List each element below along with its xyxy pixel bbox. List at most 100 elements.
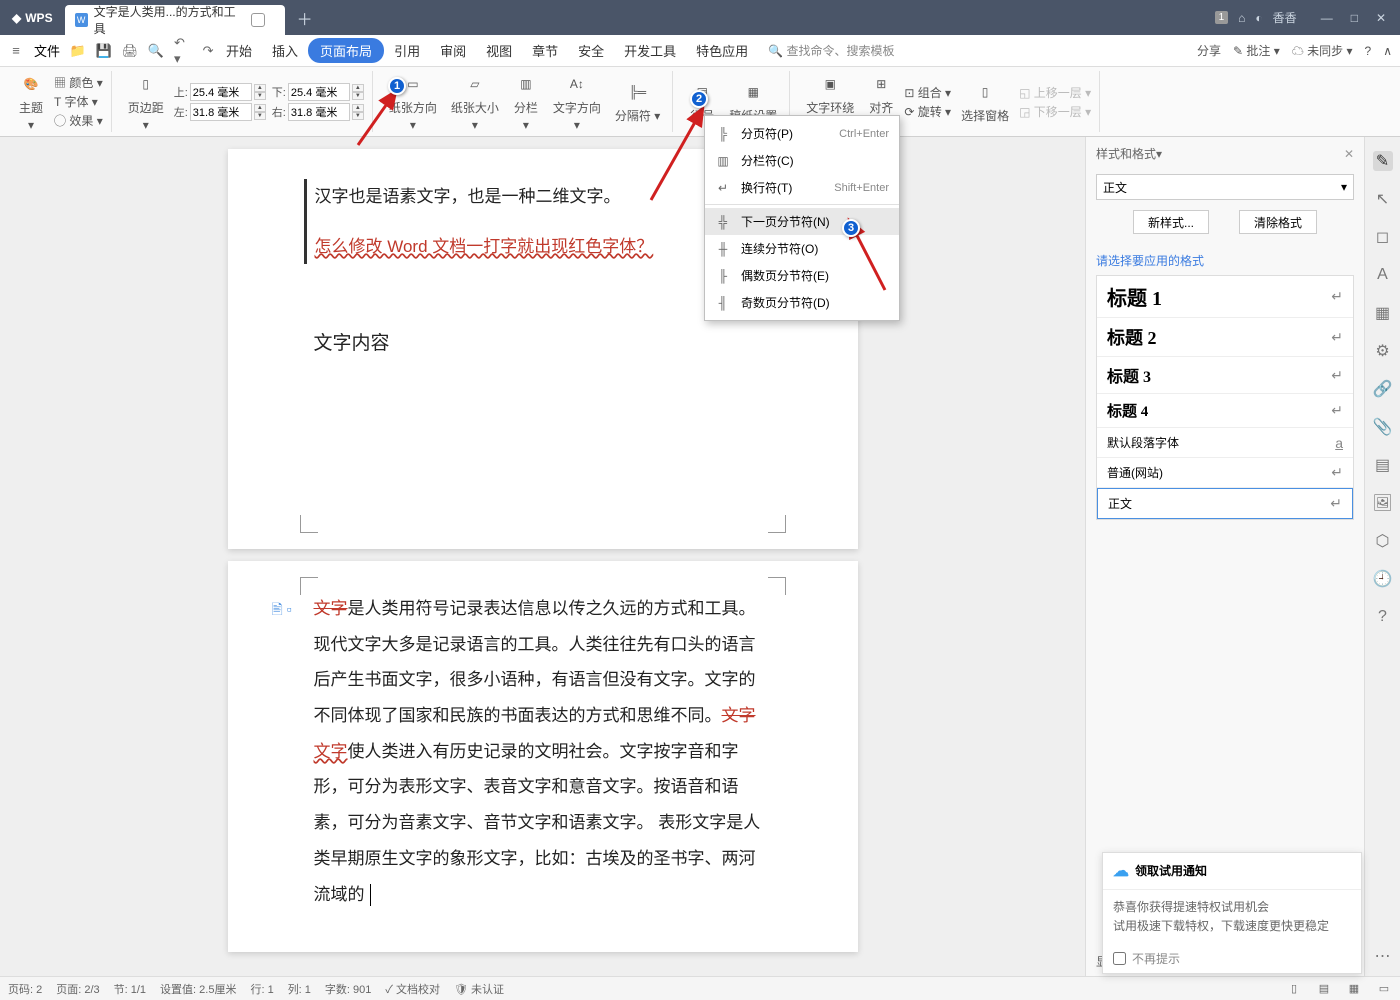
maximize-icon[interactable]: □ — [1351, 11, 1358, 25]
tab-special[interactable]: 特色应用 — [686, 37, 758, 64]
style-default[interactable]: 默认段落字体a — [1097, 428, 1353, 458]
tab-page-layout[interactable]: 页面布局 — [308, 38, 384, 63]
file-menu[interactable]: 文件 — [34, 41, 60, 60]
clear-format-button[interactable]: 清除格式 — [1239, 210, 1317, 234]
notification-count[interactable]: 1 — [1215, 11, 1229, 24]
grid-icon[interactable]: ▤ — [1373, 455, 1393, 475]
status-proof[interactable]: ✓ 文档校对 — [385, 981, 440, 997]
clip-icon[interactable]: 📎 — [1373, 417, 1393, 437]
color-button[interactable]: ▦ 颜色 ▾ — [54, 74, 103, 91]
close-icon[interactable]: ✕ — [1376, 11, 1386, 25]
history-icon[interactable]: 🕘 — [1373, 569, 1393, 589]
link-icon[interactable]: 🔗 — [1373, 379, 1393, 399]
line-break-item[interactable]: ↵换行符(T)Shift+Enter — [705, 174, 899, 201]
status-section[interactable]: 节: 1/1 — [114, 981, 146, 997]
style-h3[interactable]: 标题 3↵ — [1097, 357, 1353, 394]
p2-wenzi1: 文字 — [722, 706, 756, 725]
style-h2[interactable]: 标题 2↵ — [1097, 318, 1353, 357]
tab-review[interactable]: 审阅 — [430, 37, 476, 64]
status-page[interactable]: 页面: 2/3 — [56, 981, 99, 997]
effect-button[interactable]: ◯ 效果 ▾ — [54, 112, 103, 129]
style-h4[interactable]: 标题 4↵ — [1097, 394, 1353, 428]
tab-chapter[interactable]: 章节 — [522, 37, 568, 64]
status-words[interactable]: 字数: 901 — [325, 981, 371, 997]
margin-right-input[interactable] — [288, 103, 350, 121]
shield-icon[interactable]: ⬡ — [1373, 531, 1393, 551]
tab-devtools[interactable]: 开发工具 — [614, 37, 686, 64]
tab-security[interactable]: 安全 — [568, 37, 614, 64]
paper-size-button[interactable]: ▱纸张大小▾ — [447, 69, 503, 134]
view-outline-icon[interactable]: ▤ — [1316, 981, 1332, 997]
save-icon[interactable]: 💾 — [96, 43, 112, 59]
document-tab[interactable]: W 文字是人类用...的方式和工具 — [65, 5, 285, 35]
rotate-button[interactable]: ⟳ 旋转 ▾ — [904, 103, 951, 120]
tab-view[interactable]: 视图 — [476, 37, 522, 64]
image-icon[interactable]: 🖼 — [1373, 493, 1393, 513]
margin-left-label: 左: — [174, 104, 188, 120]
settings-icon[interactable]: ⚙ — [1373, 341, 1393, 361]
theme-button[interactable]: 🎨主题▾ — [14, 69, 48, 134]
print-icon[interactable]: 🖨 — [122, 43, 138, 59]
view-read-icon[interactable]: ▭ — [1376, 981, 1392, 997]
comment-button[interactable]: ✎ 批注 ▾ — [1233, 42, 1280, 59]
font-button[interactable]: T 字体 ▾ — [54, 93, 103, 110]
view-web-icon[interactable]: ▦ — [1346, 981, 1362, 997]
wps-icon: ◆ — [12, 11, 21, 25]
margin-button[interactable]: ▯页边距▾ — [124, 69, 168, 134]
minimize-icon[interactable]: — — [1321, 11, 1333, 25]
columns-button[interactable]: ▥分栏▾ — [509, 69, 543, 134]
page-break-item[interactable]: ╠分页符(P)Ctrl+Enter — [705, 120, 899, 147]
hamburger-icon[interactable]: ≡ — [8, 43, 24, 59]
style-web[interactable]: 普通(网站)↵ — [1097, 458, 1353, 488]
command-search[interactable]: 🔍 查找命令、搜索模板 — [768, 42, 894, 59]
margin-right-label: 右: — [272, 104, 286, 120]
apps-icon[interactable]: ⌂ — [1238, 11, 1245, 25]
collapse-ribbon-icon[interactable]: ∧ — [1383, 44, 1392, 58]
status-bar: 页码: 2 页面: 2/3 节: 1/1 设置值: 2.5厘米 行: 1 列: … — [0, 976, 1400, 1000]
side-toolbar: ✎ ↖ ◻ A ▦ ⚙ 🔗 📎 ▤ 🖼 ⬡ 🕘 ? ⋯ — [1364, 137, 1400, 976]
tab-start[interactable]: 开始 — [216, 37, 262, 64]
group-button[interactable]: ⊡ 组合 ▾ — [904, 84, 951, 101]
doc-flag-icon: 🖹 ▫ — [272, 595, 292, 624]
margin-left-input[interactable] — [190, 103, 252, 121]
panel-close-icon[interactable]: ✕ — [1344, 147, 1354, 161]
user-avatar-icon[interactable]: ◐ — [1255, 11, 1262, 25]
undo-icon[interactable]: ↶ ▾ — [174, 43, 190, 59]
table-icon[interactable]: ▦ — [1373, 303, 1393, 323]
view-page-icon[interactable]: ▯ — [1286, 981, 1302, 997]
help-icon[interactable]: ? — [1365, 44, 1372, 58]
more-icon[interactable]: ⋯ — [1373, 946, 1393, 966]
shape-icon[interactable]: ◻ — [1373, 227, 1393, 247]
tab-reference[interactable]: 引用 — [384, 37, 430, 64]
text-direction-button[interactable]: A↕文字方向▾ — [549, 69, 605, 134]
status-pagecode[interactable]: 页码: 2 — [8, 981, 42, 997]
tab-insert[interactable]: 插入 — [262, 37, 308, 64]
status-line: 行: 1 — [250, 981, 273, 997]
margin-bottom-input[interactable] — [288, 83, 350, 101]
status-auth[interactable]: 🛡 未认证 — [454, 981, 504, 997]
sync-button[interactable]: ☁ 未同步 ▾ — [1292, 42, 1353, 59]
new-style-button[interactable]: 新样式... — [1133, 210, 1209, 234]
selection-pane-button[interactable]: ▯选择窗格 — [957, 77, 1013, 126]
add-tab-button[interactable]: ＋ — [297, 6, 313, 30]
nomore-label: 不再提示 — [1132, 950, 1180, 967]
help2-icon[interactable]: ? — [1373, 607, 1393, 627]
nomore-checkbox[interactable] — [1113, 952, 1126, 965]
open-icon[interactable]: 📁 — [70, 43, 86, 59]
p1-link[interactable]: 怎么修改 Word 文档一打字就出现红色字体？ — [315, 237, 654, 256]
tab-badge-icon — [251, 13, 264, 27]
format-pane-icon[interactable]: ✎ — [1373, 151, 1393, 171]
margin-top-input[interactable] — [190, 83, 252, 101]
column-break-item[interactable]: ▥分栏符(C) — [705, 147, 899, 174]
doc-icon: W — [75, 13, 88, 27]
bring-forward-button: ◱ 上移一层 ▾ — [1019, 84, 1091, 101]
style-body[interactable]: 正文↵ — [1097, 488, 1353, 519]
share-button[interactable]: 分享 — [1197, 42, 1221, 59]
style-h1[interactable]: 标题 1↵ — [1097, 276, 1353, 318]
redo-icon[interactable]: ↷ — [200, 43, 216, 59]
menu-bar: ≡ 文件 📁 💾 🖨 🔍 ↶ ▾ ↷ 开始 插入 页面布局 引用 审阅 视图 章… — [0, 35, 1400, 67]
text-icon[interactable]: A — [1373, 265, 1393, 285]
current-style-select[interactable]: 正文▾ — [1096, 174, 1354, 200]
preview-icon[interactable]: 🔍 — [148, 43, 164, 59]
select-icon[interactable]: ↖ — [1373, 189, 1393, 209]
